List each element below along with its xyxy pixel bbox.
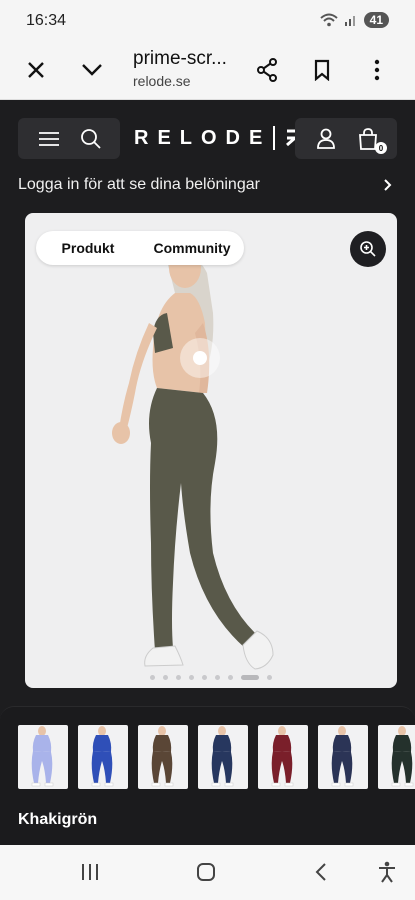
zoom-in-icon bbox=[360, 241, 376, 257]
back-icon bbox=[315, 863, 326, 881]
login-rewards-link[interactable]: Logga in för att se dina belöningar bbox=[18, 176, 397, 198]
product-image-gallery[interactable]: Produkt Community bbox=[25, 213, 397, 688]
variant-thumb-royal-blue[interactable] bbox=[78, 725, 128, 789]
gallery-dot[interactable] bbox=[241, 675, 259, 680]
site-header: RELODE 0 bbox=[18, 118, 397, 159]
battery-indicator: 41 bbox=[363, 12, 389, 28]
variant-thumb-brown[interactable] bbox=[138, 725, 188, 789]
gallery-dot[interactable] bbox=[163, 675, 168, 680]
gallery-pagination bbox=[25, 675, 397, 680]
hamburger-icon bbox=[39, 132, 59, 146]
menu-button[interactable] bbox=[32, 122, 66, 156]
collapse-button[interactable] bbox=[74, 52, 110, 88]
more-options-button[interactable] bbox=[359, 52, 395, 88]
recent-apps-button[interactable] bbox=[72, 857, 108, 887]
page-title[interactable]: prime-scr... bbox=[133, 48, 227, 70]
status-time: 16:34 bbox=[26, 12, 67, 29]
wifi-icon bbox=[319, 13, 338, 27]
account-button[interactable] bbox=[309, 122, 343, 156]
site-logo[interactable]: RELODE bbox=[134, 126, 307, 150]
variant-thumbnails bbox=[18, 725, 415, 789]
signal-icon bbox=[344, 16, 355, 26]
browser-toolbar: prime-scr... relode.se bbox=[0, 42, 415, 100]
header-right-group: 0 bbox=[295, 118, 397, 159]
bookmark-icon bbox=[314, 59, 330, 81]
chevron-right-icon bbox=[384, 179, 392, 191]
tab-community[interactable]: Community bbox=[140, 240, 244, 256]
status-icons: 41 bbox=[319, 12, 389, 28]
product-photo bbox=[112, 253, 274, 670]
accessibility-icon bbox=[379, 861, 395, 883]
tab-produkt[interactable]: Produkt bbox=[36, 240, 140, 256]
color-variant-strip: Khakigrön bbox=[0, 706, 415, 845]
zoom-button[interactable] bbox=[350, 231, 386, 267]
logo-text: RELODE bbox=[134, 126, 272, 149]
share-icon bbox=[257, 58, 277, 82]
variant-thumb-navy[interactable] bbox=[198, 725, 248, 789]
header-left-group bbox=[18, 118, 120, 159]
gallery-dot[interactable] bbox=[176, 675, 181, 680]
close-tab-button[interactable] bbox=[18, 52, 54, 88]
login-prompt-text: Logga in för att se dina belöningar bbox=[18, 176, 260, 193]
variant-thumb-dark-green[interactable] bbox=[378, 725, 415, 789]
cart-button[interactable]: 0 bbox=[351, 122, 387, 156]
back-button[interactable] bbox=[303, 857, 339, 887]
status-bar: 16:34 41 bbox=[0, 0, 415, 42]
share-button[interactable] bbox=[249, 52, 285, 88]
gallery-dot[interactable] bbox=[215, 675, 220, 680]
more-vert-icon bbox=[374, 59, 380, 81]
logo-divider bbox=[273, 126, 276, 150]
gallery-dot[interactable] bbox=[150, 675, 155, 680]
site-content: RELODE 0 Logga in för att se dina belöni… bbox=[0, 100, 415, 845]
chevron-down-icon bbox=[82, 64, 102, 76]
variant-thumb-dark-navy[interactable] bbox=[318, 725, 368, 789]
accessibility-button[interactable] bbox=[369, 857, 405, 887]
system-nav-bar bbox=[0, 845, 415, 900]
user-icon bbox=[317, 128, 335, 149]
gallery-dot[interactable] bbox=[202, 675, 207, 680]
home-button[interactable] bbox=[188, 857, 224, 887]
variant-thumb-lavender[interactable] bbox=[18, 725, 68, 789]
search-button[interactable] bbox=[74, 122, 108, 156]
selected-color-name: Khakigrön bbox=[18, 811, 98, 828]
search-icon bbox=[81, 129, 101, 149]
gallery-dot[interactable] bbox=[267, 675, 272, 680]
variant-thumb-burgundy[interactable] bbox=[258, 725, 308, 789]
gallery-dot[interactable] bbox=[189, 675, 194, 680]
recents-icon bbox=[82, 864, 98, 880]
home-icon bbox=[197, 863, 215, 881]
bookmark-button[interactable] bbox=[304, 52, 340, 88]
page-host[interactable]: relode.se bbox=[133, 73, 191, 89]
product-tab-switcher: Produkt Community bbox=[36, 231, 244, 265]
close-icon bbox=[28, 62, 44, 78]
gallery-dot[interactable] bbox=[228, 675, 233, 680]
cart-count-badge: 0 bbox=[375, 142, 387, 154]
